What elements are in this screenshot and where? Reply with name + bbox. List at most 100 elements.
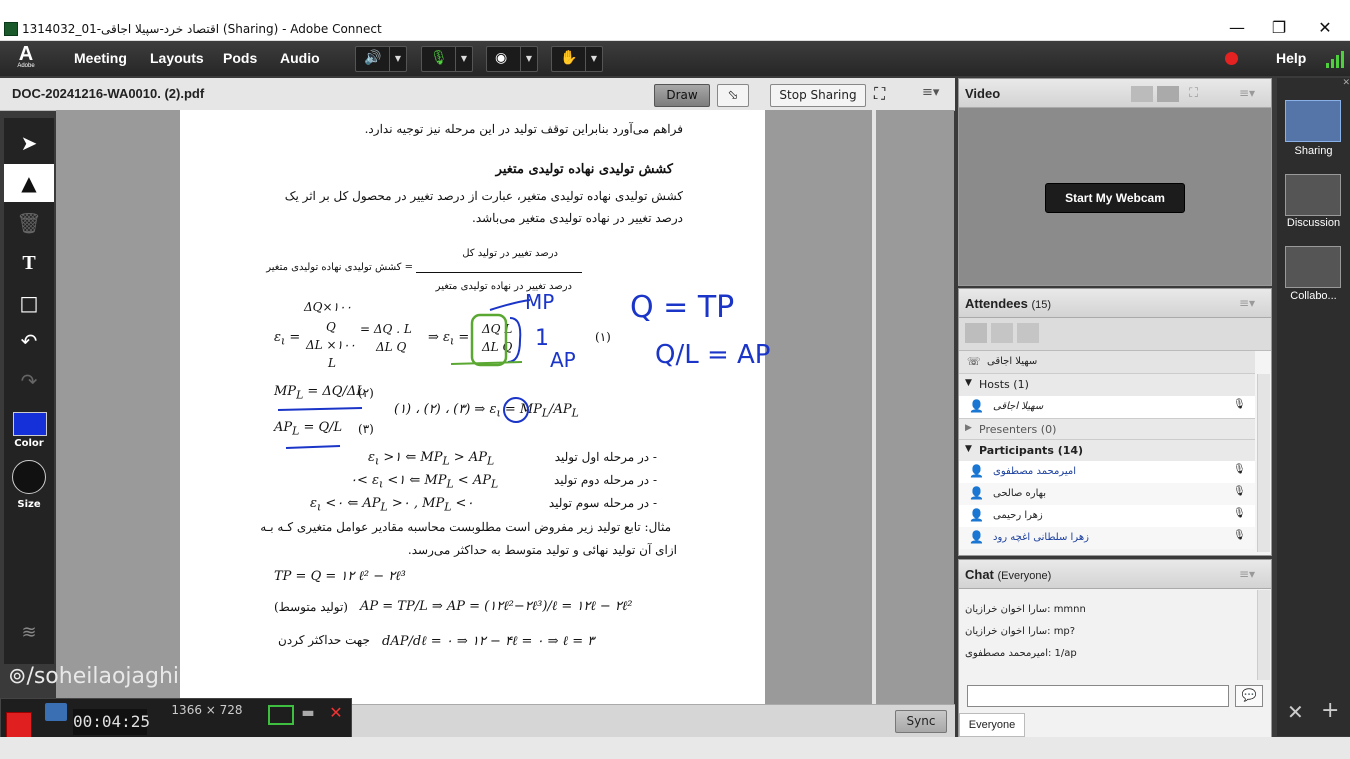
adobe-logo: A Adobe: [17, 43, 35, 69]
chevron-down-icon[interactable]: ▼: [389, 47, 406, 71]
restore-button[interactable]: ❐: [1268, 18, 1290, 38]
chat-pod-menu-icon[interactable]: ≡▾: [1239, 567, 1255, 581]
layout-collaboration-thumb[interactable]: [1285, 246, 1341, 288]
presenters-group-header[interactable]: ▶ Presenters (0): [959, 418, 1255, 441]
chevron-down-icon[interactable]: ▼: [585, 47, 602, 71]
grid-view-icon[interactable]: [1131, 86, 1153, 102]
host-name: سهیلا اجاقی: [993, 401, 1044, 412]
redo-icon[interactable]: ↷: [4, 362, 54, 400]
layout-discussion-label[interactable]: Discussion: [1277, 217, 1350, 229]
add-layout-icon[interactable]: +: [1321, 698, 1339, 723]
fullscreen-capture-icon[interactable]: [268, 705, 294, 725]
fullscreen-icon[interactable]: ⛶: [874, 85, 892, 103]
menu-layouts[interactable]: Layouts: [150, 50, 204, 66]
handwritten-ap: AP: [550, 348, 576, 372]
undo-icon[interactable]: ↶: [4, 322, 54, 360]
microphone-icon[interactable]: 🎙: [1233, 508, 1246, 519]
layout-sharing-thumb[interactable]: [1285, 100, 1341, 142]
layers-icon[interactable]: ≋: [4, 614, 54, 652]
participant-row[interactable]: 👤 زهرا رحیمی 🎙: [959, 505, 1255, 527]
ap-formula: AP = TP/L ⇒ AP = (۱۲ℓ²−۲ℓ³)/ℓ = ۱۲ℓ − ۲ℓ…: [360, 599, 633, 614]
pointer-icon: ⬂: [727, 88, 739, 103]
mpl-formula: MPL = ΔQ/ΔL: [274, 384, 365, 402]
menu-help[interactable]: Help: [1276, 50, 1306, 66]
microphone-icon[interactable]: 🎙: [1233, 530, 1246, 541]
microphone-icon: 🎙: [430, 50, 448, 66]
menu-audio[interactable]: Audio: [280, 50, 320, 66]
attendees-pod-menu-icon[interactable]: ≡▾: [1239, 296, 1255, 310]
camera-logo-icon: ⊚: [8, 664, 27, 689]
close-button[interactable]: ✕: [1314, 18, 1336, 38]
close-recorder-icon[interactable]: ✕: [325, 703, 347, 723]
pointer-toggle-button[interactable]: ⬂: [717, 84, 749, 107]
microphone-button[interactable]: 🎙 ▼: [421, 46, 473, 72]
stop-sharing-button[interactable]: Stop Sharing: [770, 84, 866, 107]
participant-row[interactable]: 👤 بهاره صالحی 🎙: [959, 483, 1255, 505]
hosts-label: Hosts (1): [979, 378, 1029, 391]
minimize-recorder-icon[interactable]: ▬: [297, 705, 319, 723]
my-name: سهیلا اجاقی: [987, 356, 1038, 367]
stop-recording-button[interactable]: [6, 712, 32, 738]
participant-name: زهرا سلطانی اغچه رود: [993, 532, 1089, 543]
microphone-icon[interactable]: 🎙: [1233, 399, 1246, 410]
color-swatch[interactable]: [13, 412, 47, 436]
webcam-button[interactable]: ◉ ▼: [486, 46, 538, 72]
camera-button-icon[interactable]: [45, 703, 67, 721]
tools-icon[interactable]: ✕: [1287, 700, 1304, 724]
participants-group-header[interactable]: ▼ Participants (14): [959, 439, 1255, 463]
send-message-icon[interactable]: 💬: [1235, 685, 1263, 707]
layout-collaboration-label[interactable]: Collabo...: [1277, 290, 1350, 302]
handwritten-q-over-l: Q/L = AP: [655, 340, 771, 370]
list-view-icon[interactable]: [965, 323, 987, 343]
breakout-rooms-icon[interactable]: [991, 323, 1013, 343]
marker-tool-icon[interactable]: ▲: [4, 164, 54, 202]
speaker-button[interactable]: 🔊 ▼: [355, 46, 407, 72]
chat-text: mp?: [1053, 626, 1076, 637]
fullscreen-video-icon[interactable]: ⛶: [1189, 86, 1207, 102]
selection-tool-icon[interactable]: ➤: [4, 124, 54, 162]
shape-tool-icon[interactable]: □: [4, 284, 54, 322]
pod-menu-icon[interactable]: ≡▾: [922, 85, 942, 103]
trash-icon[interactable]: 🗑: [4, 204, 54, 242]
filmstrip-view-icon[interactable]: [1157, 86, 1179, 102]
chat-scrollbar[interactable]: [1257, 590, 1270, 680]
participant-row[interactable]: 👤 امیرمحمد مصطفوی 🎙: [959, 461, 1255, 483]
start-webcam-button[interactable]: Start My Webcam: [1045, 183, 1185, 213]
size-selector[interactable]: [12, 460, 46, 494]
user-icon: 👤: [969, 486, 984, 500]
hosts-group-header[interactable]: ▼ Hosts (1): [959, 374, 1255, 397]
chat-input[interactable]: [967, 685, 1229, 707]
status-view-icon[interactable]: [1017, 323, 1039, 343]
microphone-icon[interactable]: 🎙: [1233, 486, 1246, 497]
raise-hand-button[interactable]: ✋ ▼: [551, 46, 603, 72]
host-row[interactable]: 👤 سهیلا اجاقی 🎙: [959, 396, 1255, 418]
chat-text: mmnn: [1053, 604, 1086, 615]
handwritten-1-over-ap: 1: [535, 326, 549, 351]
canvas-scrollbar[interactable]: [872, 110, 876, 704]
microphone-icon[interactable]: 🎙: [1233, 464, 1246, 475]
user-icon: 👤: [969, 530, 984, 544]
minimize-button[interactable]: —: [1226, 18, 1248, 38]
participant-row[interactable]: 👤 زهرا سلطانی اغچه رود 🎙: [959, 527, 1255, 549]
formula-num: ΔQ×۱۰۰: [304, 300, 352, 314]
doc-heading: کشش تولیدی نهاده تولیدی متغیر: [495, 162, 673, 177]
sync-button[interactable]: Sync: [895, 710, 947, 733]
video-pod-menu-icon[interactable]: ≡▾: [1239, 86, 1255, 100]
chat-recipient-tab[interactable]: Everyone: [959, 713, 1025, 737]
attendees-scrollbar[interactable]: [1257, 374, 1270, 552]
layouts-bar-close-icon[interactable]: ✕: [1277, 78, 1350, 88]
menu-meeting[interactable]: Meeting: [74, 50, 127, 66]
chevron-down-icon[interactable]: ▼: [455, 47, 472, 71]
menu-pods[interactable]: Pods: [223, 50, 257, 66]
text-tool-icon[interactable]: T: [4, 244, 54, 282]
chat-pod: Chat (Everyone) ≡▾ سارا اخوان خرازیان: m…: [958, 559, 1272, 738]
layout-discussion-thumb[interactable]: [1285, 174, 1341, 216]
chevron-down-icon[interactable]: ▼: [520, 47, 537, 71]
participant-name: امیرمحمد مصطفوی: [993, 466, 1076, 477]
layout-sharing-label[interactable]: Sharing: [1277, 145, 1350, 157]
record-indicator-icon[interactable]: [1225, 52, 1238, 65]
size-label: Size: [17, 499, 41, 510]
doc-line-top: فراهم می‌آورد بنابراین توقف تولید در این…: [364, 122, 683, 136]
draw-button[interactable]: Draw: [654, 84, 710, 107]
attendees-pod-title: Attendees (15): [965, 296, 1052, 311]
